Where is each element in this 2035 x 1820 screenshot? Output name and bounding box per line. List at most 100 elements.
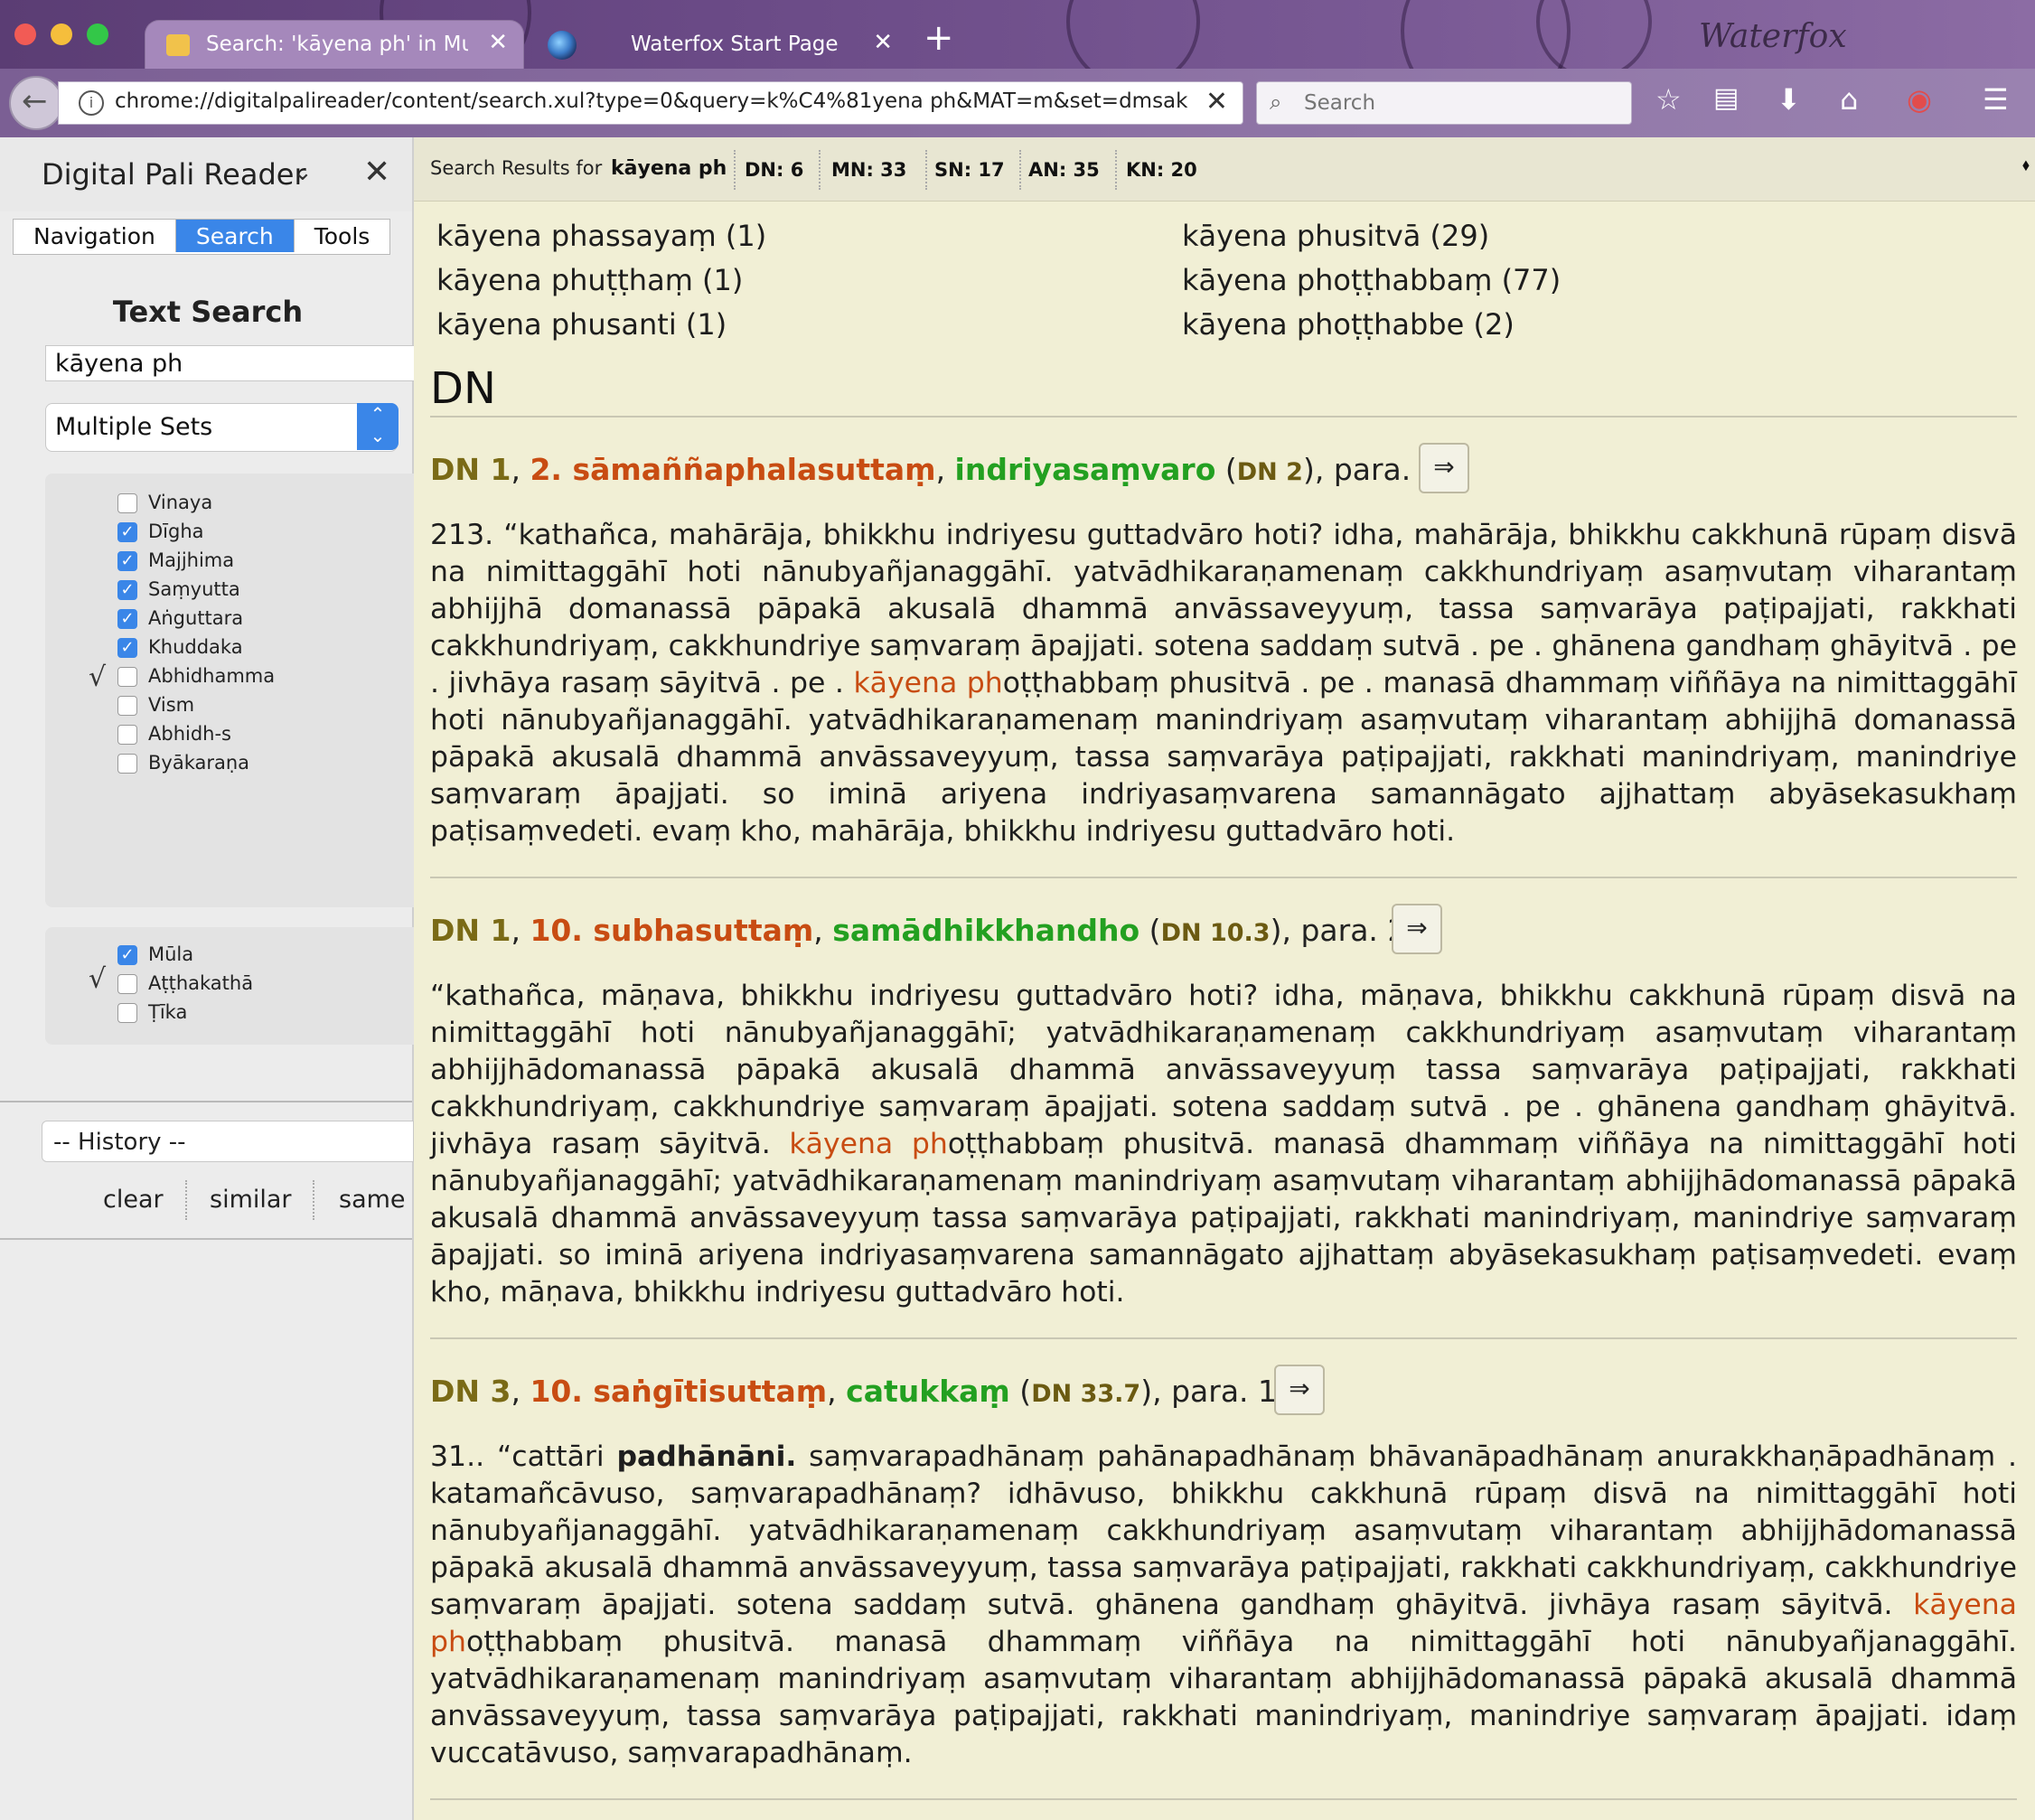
- tab-title: Waterfox Start Page: [631, 33, 839, 56]
- window-minimize-button[interactable]: [51, 23, 72, 45]
- set-select[interactable]: Multiple Sets ⌃ ⌄: [45, 403, 399, 452]
- result-text: “kathañca, māṇava, bhikkhu indriyesu gut…: [430, 978, 2017, 1311]
- tab-start-page[interactable]: Waterfox Start Page ✕: [542, 20, 904, 69]
- variant-link[interactable]: kāyena phusanti (1): [436, 307, 727, 342]
- tab-close-icon[interactable]: ✕: [488, 29, 508, 56]
- reading-list-icon[interactable]: ▤: [1713, 85, 1739, 112]
- collapse-toggle-icon[interactable]: ⬧: [2022, 155, 2030, 174]
- chevron-down-icon[interactable]: ⌄: [293, 159, 313, 186]
- checkbox-label: Ṭīka: [148, 1001, 188, 1023]
- search-hit: kāyena ph: [853, 667, 1003, 699]
- open-result-button[interactable]: ⇒: [1392, 904, 1442, 954]
- result-book[interactable]: DN 1: [430, 913, 511, 948]
- result-text-lead: 31.. “cattāri: [430, 1440, 617, 1473]
- decorative-swirl: [1066, 0, 1200, 69]
- search-query-input[interactable]: [45, 345, 436, 381]
- web-search-box[interactable]: ⌕: [1256, 81, 1632, 125]
- count-kn[interactable]: KN: 20: [1126, 159, 1197, 181]
- result-section[interactable]: catukkaṃ: [846, 1374, 1010, 1409]
- history-similar-button[interactable]: similar: [210, 1186, 292, 1214]
- variant-link[interactable]: kāyena phoṭṭhabbe (2): [1182, 307, 1515, 342]
- back-button[interactable]: ←: [9, 76, 63, 130]
- open-result-button[interactable]: ⇒: [1274, 1365, 1325, 1415]
- menu-hamburger-icon[interactable]: ☰: [1983, 85, 2009, 114]
- count-sn[interactable]: SN: 17: [934, 159, 1005, 181]
- tab-tools[interactable]: Tools: [295, 220, 390, 252]
- sidebar-divider: [0, 1101, 412, 1102]
- home-icon[interactable]: ⌂: [1840, 85, 1858, 114]
- result-sutta[interactable]: 10. saṅgītisuttaṃ: [530, 1374, 827, 1409]
- header-separator: [734, 150, 736, 190]
- clear-url-icon[interactable]: ✕: [1205, 86, 1228, 117]
- checkbox-unchecked-icon[interactable]: [117, 754, 137, 774]
- window-zoom-button[interactable]: [87, 23, 108, 45]
- tab-search-results[interactable]: Search: 'kāyena ph' in Multiple Sets ✕: [145, 20, 524, 69]
- sidebar-close-icon[interactable]: ✕: [363, 154, 390, 191]
- sidebar-title[interactable]: Digital Pali Reader: [42, 157, 306, 192]
- result-text-bold: padhānāni.: [616, 1440, 797, 1473]
- screenshot-icon[interactable]: ◉: [1907, 85, 1932, 114]
- history-same-button[interactable]: same: [339, 1186, 406, 1214]
- checkbox-unchecked-icon[interactable]: [117, 725, 137, 745]
- variant-link[interactable]: kāyena phoṭṭhabbaṃ (77): [1182, 263, 1561, 297]
- sidebar-tabs: Navigation Search Tools: [13, 219, 391, 255]
- checkbox-unchecked-icon[interactable]: [117, 667, 137, 687]
- checkbox-unchecked-icon[interactable]: [117, 493, 137, 513]
- history-separator: [313, 1180, 314, 1220]
- results-query: kāyena ph: [611, 157, 727, 180]
- sidebar-header: Digital Pali Reader ⌄ ✕: [0, 137, 412, 211]
- checkbox-unchecked-icon[interactable]: [117, 1003, 137, 1023]
- history-separator: [185, 1180, 187, 1220]
- checkbox-label: Abhidhamma: [148, 665, 276, 687]
- tab-title: Search: 'kāyena ph' in Multiple Sets: [206, 33, 468, 56]
- download-icon[interactable]: ⬇: [1777, 85, 1801, 114]
- variant-link[interactable]: kāyena phuṭṭhaṃ (1): [436, 263, 743, 297]
- result-book[interactable]: DN 3: [430, 1374, 511, 1409]
- checkbox-label: Saṃyutta: [148, 578, 240, 600]
- checkbox-label: Vinaya: [148, 492, 213, 513]
- tab-close-icon[interactable]: ✕: [873, 29, 893, 56]
- count-dn[interactable]: DN: 6: [745, 159, 803, 181]
- checkbox-checked-icon[interactable]: ✓: [117, 580, 137, 600]
- tab-search[interactable]: Search: [175, 220, 295, 252]
- checkbox-label: Aṭṭhakathā: [148, 972, 254, 994]
- bookmark-star-icon[interactable]: ☆: [1655, 85, 1682, 114]
- checkbox-checked-icon[interactable]: ✓: [117, 609, 137, 629]
- select-arrows-icon[interactable]: ⌃ ⌄: [357, 403, 399, 450]
- decorative-swirl: [1536, 0, 1652, 69]
- toggle-all-layers-tick[interactable]: √: [89, 963, 106, 995]
- set-checkbox-group: √ Vinaya ✓ Dīgha ✓ Majjhima ✓ Saṃyutta ✓ Aṅgutta…: [45, 474, 446, 907]
- checkbox-checked-icon[interactable]: ✓: [117, 522, 137, 542]
- result-sutta[interactable]: 10. subhasuttaṃ: [530, 913, 813, 948]
- count-an[interactable]: AN: 35: [1028, 159, 1100, 181]
- checkbox-checked-icon[interactable]: ✓: [117, 945, 137, 965]
- result-sutta[interactable]: 2. sāmaññaphalasuttaṃ: [530, 452, 935, 487]
- open-result-button[interactable]: ⇒: [1419, 443, 1469, 493]
- result-section[interactable]: samādhikkhandho: [832, 913, 1139, 948]
- theme-signature: Waterfox: [1699, 18, 1847, 55]
- variant-link[interactable]: kāyena phusitvā (29): [1182, 219, 1489, 253]
- result-section[interactable]: indriyasaṃvaro: [955, 452, 1216, 487]
- results-header-label: Search Results for: [430, 157, 603, 179]
- dpr-favicon-icon: [166, 34, 190, 56]
- checkbox-unchecked-icon[interactable]: [117, 696, 137, 716]
- info-icon[interactable]: i: [79, 90, 104, 116]
- result-book[interactable]: DN 1: [430, 452, 511, 487]
- web-search-input[interactable]: [1302, 88, 1613, 118]
- waterfox-favicon-icon: [548, 31, 577, 60]
- result-divider: [430, 1798, 2017, 1800]
- checkbox-checked-icon[interactable]: ✓: [117, 638, 137, 658]
- count-mn[interactable]: MN: 33: [831, 159, 906, 181]
- url-text[interactable]: chrome://digitalpalireader/content/searc…: [115, 89, 1190, 113]
- variant-link[interactable]: kāyena phassayaṃ (1): [436, 219, 766, 253]
- checkbox-checked-icon[interactable]: ✓: [117, 551, 137, 571]
- history-clear-button[interactable]: clear: [103, 1186, 164, 1214]
- window-close-button[interactable]: [14, 23, 36, 45]
- tab-navigation[interactable]: Navigation: [14, 220, 176, 252]
- checkbox-unchecked-icon[interactable]: [117, 974, 137, 994]
- toggle-all-sets-tick[interactable]: √: [89, 661, 106, 693]
- url-bar[interactable]: i chrome://digitalpalireader/content/sea…: [58, 81, 1243, 125]
- history-select[interactable]: -- History --: [42, 1121, 414, 1162]
- text-search-title: Text Search: [112, 295, 304, 329]
- new-tab-plus-icon[interactable]: +: [924, 20, 954, 56]
